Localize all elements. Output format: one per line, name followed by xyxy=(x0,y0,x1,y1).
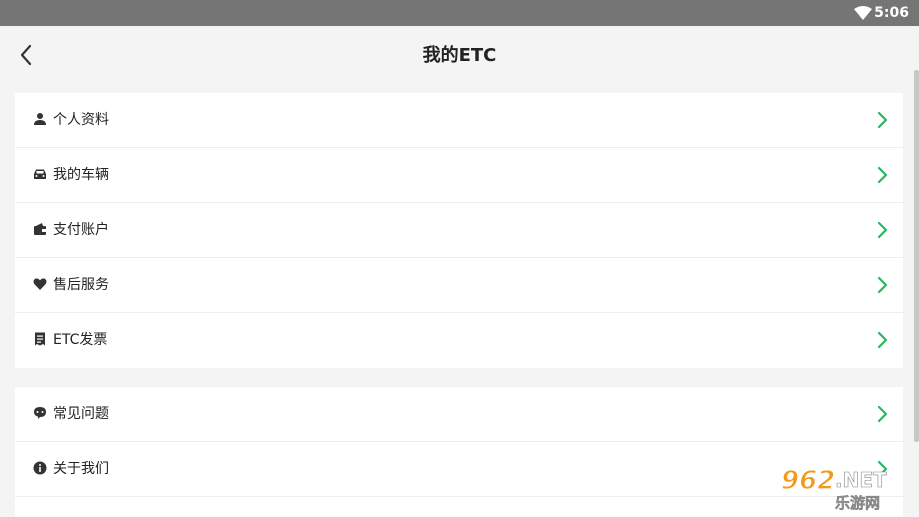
heart-icon xyxy=(33,277,47,291)
svg-text:.NET: .NET xyxy=(835,468,887,492)
chevron-right-icon xyxy=(877,276,888,294)
watermark-logo: 962 .NET 乐游网 xyxy=(780,465,887,512)
chevron-right-icon xyxy=(877,331,888,349)
app-bar: 我的ETC xyxy=(0,26,919,86)
page-title: 我的ETC xyxy=(422,45,497,66)
menu-item-label: 常见问题 xyxy=(53,406,109,422)
menu-item-about-us[interactable]: 关于我们 xyxy=(15,442,903,497)
chevron-right-icon xyxy=(877,166,888,184)
menu-item-my-vehicles[interactable]: 我的车辆 xyxy=(15,148,903,203)
wallet-icon xyxy=(33,222,47,236)
status-bar: 5:06 xyxy=(0,0,919,26)
menu-item-after-sales[interactable]: 售后服务 xyxy=(15,258,903,313)
chevron-right-icon xyxy=(877,221,888,239)
menu-group-help: 常见问题 关于我们 xyxy=(15,387,903,517)
person-icon xyxy=(33,112,47,126)
menu-item-faq[interactable]: 常见问题 xyxy=(15,387,903,442)
chevron-right-icon xyxy=(877,405,888,423)
receipt-icon xyxy=(33,332,47,346)
menu-item-label: 支付账户 xyxy=(53,222,109,238)
help-bubble-icon xyxy=(33,406,47,420)
svg-text:乐游网: 乐游网 xyxy=(835,494,880,512)
menu-item-profile[interactable]: 个人资料 xyxy=(15,93,903,148)
svg-text:962: 962 xyxy=(781,466,835,496)
scrollbar[interactable] xyxy=(914,70,919,442)
wifi-icon xyxy=(854,6,872,20)
car-icon xyxy=(33,167,47,181)
chevron-right-icon xyxy=(877,111,888,129)
menu-item-label: 个人资料 xyxy=(53,112,109,128)
menu-item-label: ETC发票 xyxy=(53,332,108,348)
info-icon xyxy=(33,461,47,475)
menu-item-label: 售后服务 xyxy=(53,277,109,293)
menu-item-payment-account[interactable]: 支付账户 xyxy=(15,203,903,258)
status-time: 5:06 xyxy=(874,5,909,21)
menu-item-etc-invoice[interactable]: ETC发票 xyxy=(15,313,903,368)
menu-item-label: 我的车辆 xyxy=(53,167,109,183)
menu-group-account: 个人资料 我的车辆 支付账户 售后服务 ETC发票 xyxy=(15,93,903,368)
menu-item-label: 关于我们 xyxy=(53,461,109,477)
menu-item-partial[interactable] xyxy=(15,497,903,517)
